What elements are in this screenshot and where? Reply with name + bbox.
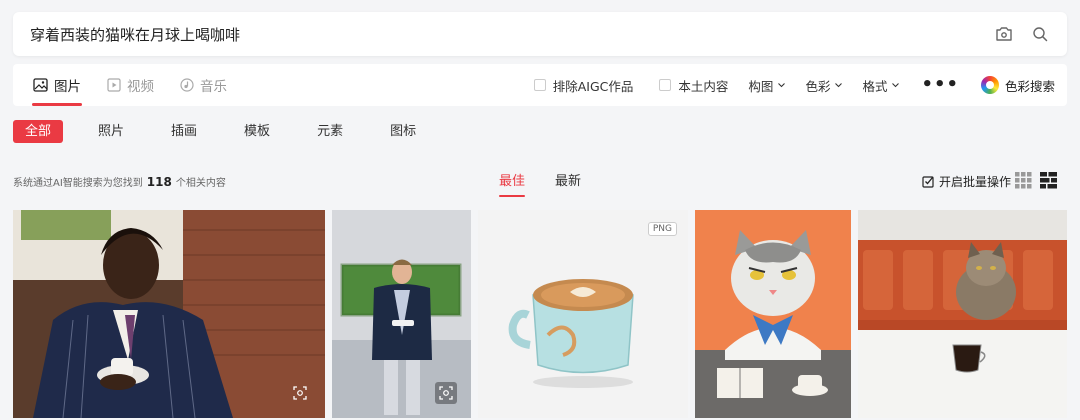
result-number: 118 bbox=[146, 175, 172, 189]
image-card[interactable] bbox=[858, 210, 1067, 418]
photo-cat-coffee bbox=[858, 210, 1067, 418]
camera-icon[interactable] bbox=[993, 23, 1015, 45]
category-icon[interactable]: 图标 bbox=[378, 120, 428, 143]
illustration-cat-suit bbox=[695, 210, 851, 418]
category-element[interactable]: 元素 bbox=[305, 120, 355, 143]
category-template[interactable]: 模板 bbox=[232, 120, 282, 143]
grid-view-icon[interactable] bbox=[1015, 172, 1032, 193]
tab-label: 视频 bbox=[127, 79, 154, 95]
chevron-down-icon bbox=[778, 82, 786, 87]
batch-checkbox-icon bbox=[922, 176, 934, 188]
composition-dropdown[interactable]: 构图 bbox=[748, 76, 786, 95]
checkbox-label: 排除AIGC作品 bbox=[552, 78, 634, 94]
image-icon bbox=[33, 78, 48, 92]
color-wheel-icon bbox=[980, 76, 999, 94]
category-all[interactable]: 全部 bbox=[13, 120, 64, 143]
category-photo[interactable]: 照片 bbox=[86, 120, 136, 143]
masonry-view-icon[interactable] bbox=[1040, 172, 1057, 193]
checkbox-box[interactable] bbox=[533, 79, 546, 91]
search-icon[interactable] bbox=[1029, 23, 1051, 45]
video-icon bbox=[107, 78, 121, 92]
sort-best[interactable]: 最佳 bbox=[499, 170, 526, 197]
tab-videos[interactable]: 视频 bbox=[107, 64, 154, 106]
search-bar[interactable]: 穿着西装的猫咪在月球上喝咖啡 bbox=[13, 12, 1067, 56]
color-dropdown[interactable]: 色彩 bbox=[805, 76, 843, 95]
result-count: 系统通过AI智能搜索为您找到 118 个相关内容 bbox=[13, 174, 226, 189]
search-input[interactable]: 穿着西装的猫咪在月球上喝咖啡 bbox=[30, 24, 979, 45]
tab-images[interactable]: 图片 bbox=[32, 64, 82, 106]
tab-music[interactable]: 音乐 bbox=[180, 64, 227, 106]
photo-man-coffee bbox=[13, 210, 325, 418]
png-badge: PNG bbox=[647, 222, 677, 236]
more-options-button[interactable]: ••• bbox=[921, 76, 959, 94]
local-content-checkbox[interactable]: 本土内容 bbox=[659, 76, 728, 95]
checkbox-label: 本土内容 bbox=[678, 78, 729, 94]
chevron-down-icon bbox=[892, 82, 900, 87]
image-card[interactable] bbox=[695, 210, 851, 418]
visual-search-icon[interactable] bbox=[289, 382, 311, 404]
music-icon bbox=[180, 78, 194, 92]
chevron-down-icon bbox=[835, 82, 843, 87]
image-card[interactable]: PNG bbox=[478, 210, 688, 418]
result-suffix: 个相关内容 bbox=[175, 178, 226, 189]
visual-search-icon[interactable] bbox=[435, 382, 457, 404]
color-search-label: 色彩搜索 bbox=[1004, 78, 1055, 94]
checkbox-box[interactable] bbox=[659, 79, 672, 91]
dropdown-label: 构图 bbox=[748, 78, 774, 94]
image-card[interactable] bbox=[13, 210, 325, 418]
tab-label: 图片 bbox=[54, 79, 81, 95]
format-dropdown[interactable]: 格式 bbox=[862, 76, 900, 95]
color-search-button[interactable]: 色彩搜索 bbox=[980, 76, 1055, 95]
exclude-aigc-checkbox[interactable]: 排除AIGC作品 bbox=[533, 76, 634, 95]
tab-label: 音乐 bbox=[200, 79, 227, 95]
image-card[interactable] bbox=[332, 210, 471, 418]
dropdown-label: 色彩 bbox=[805, 78, 831, 94]
batch-operation-button[interactable]: 开启批量操作 bbox=[922, 173, 1011, 190]
sort-tabs: 最佳 最新 bbox=[499, 170, 611, 197]
category-illustration[interactable]: 插画 bbox=[159, 120, 209, 143]
category-row: 全部 照片 插画 模板 元素 图标 bbox=[13, 120, 451, 143]
illustration-coffee-cup bbox=[478, 210, 688, 418]
dropdown-label: 格式 bbox=[862, 78, 888, 94]
sort-latest[interactable]: 最新 bbox=[555, 170, 581, 197]
filter-bar: 图片 视频 音乐 排除AIGC作品 本土内容 构图 色彩 格式 ••• 色彩搜索 bbox=[13, 64, 1067, 106]
result-prefix: 系统通过AI智能搜索为您找到 bbox=[13, 178, 143, 189]
batch-label: 开启批量操作 bbox=[939, 175, 1012, 189]
